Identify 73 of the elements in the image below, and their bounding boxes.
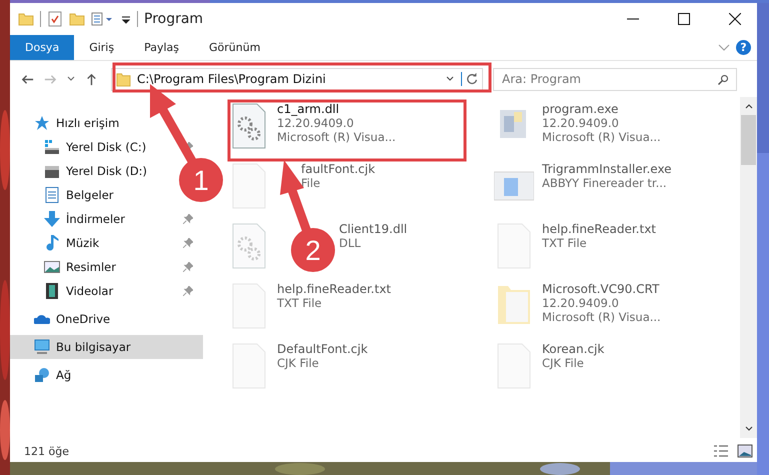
file-detail: File (301, 176, 320, 190)
maximize-icon[interactable] (678, 13, 690, 25)
details-view-icon[interactable] (713, 444, 729, 458)
minimize-icon[interactable] (626, 18, 638, 20)
item-count: 121 öğe (23, 445, 70, 460)
drive-icon (44, 163, 60, 179)
file-detail: 12.20.9409.0 (542, 116, 619, 130)
music-note-icon (44, 235, 60, 251)
ribbon-tab[interactable]: Dosya (10, 35, 74, 60)
file-name: c1_arm.dll (277, 102, 340, 116)
star-icon (34, 115, 50, 131)
file-detail: Microsoft (R) Visua... (277, 130, 396, 144)
file-detail: TXT File (277, 296, 322, 310)
document-icon (44, 187, 60, 203)
ribbon-tab[interactable]: Paylaş (129, 35, 194, 60)
nav-item[interactable]: Belgeler (10, 183, 124, 207)
file-detail: 12.20.9409.0 (542, 296, 619, 310)
nav-item[interactable]: İndirmeler (10, 207, 203, 231)
address-bar[interactable]: C:\Program Files\Program Dizini (111, 68, 483, 90)
file-detail: Microsoft (R) Visua... (542, 310, 661, 324)
window-title: Program (144, 11, 204, 27)
ribbon-tab[interactable]: Giriş (74, 35, 130, 60)
folder-icon[interactable] (69, 11, 85, 27)
nav-item[interactable]: Bu bilgisayar (10, 335, 203, 359)
file-name: Microsoft.VC90.CRT (542, 282, 660, 296)
close-icon[interactable] (728, 13, 740, 25)
step-badge: 1 (179, 158, 223, 202)
pin-icon[interactable] (183, 238, 193, 248)
search-field[interactable]: Ara: Program (493, 68, 737, 90)
file-detail: ABBYY Finereader tr... (542, 176, 667, 190)
file-name: help.fineReader.txt (277, 282, 391, 296)
file-name: faultFont.cjk (301, 162, 376, 176)
checklist-icon[interactable] (47, 11, 63, 27)
file-detail: CJK File (277, 356, 319, 370)
nav-item[interactable]: Hızlı erişim (10, 111, 130, 135)
file-name: Korean.cjk (542, 342, 604, 356)
pin-icon[interactable] (183, 262, 193, 272)
pin-icon[interactable] (183, 286, 193, 296)
file-detail: Microsoft (R) Visua... (542, 130, 661, 144)
file-detail: CJK File (542, 356, 584, 370)
folder-icon[interactable] (18, 11, 34, 27)
step-badge: 2 (291, 228, 335, 272)
file-name: help.fineReader.txt (542, 222, 656, 236)
help-button[interactable]: ? (736, 40, 751, 55)
pin-icon[interactable] (183, 214, 193, 224)
file-name: program.exe (542, 102, 618, 116)
drive-icon (44, 139, 60, 155)
scrollbar[interactable] (740, 97, 757, 438)
film-icon (44, 283, 60, 299)
ribbon-tab[interactable]: Görünüm (194, 35, 276, 60)
nav-item[interactable]: Müzik (10, 231, 203, 255)
image-icon (44, 259, 60, 275)
refresh-icon[interactable] (461, 72, 479, 86)
nav-item[interactable]: Yerel Disk (C:) (10, 135, 203, 159)
nav-item[interactable]: Resimler (10, 255, 203, 279)
nav-item[interactable]: Yerel Disk (D:) (10, 159, 158, 183)
thumbnail-view-icon[interactable] (737, 444, 753, 458)
search-icon[interactable] (717, 74, 729, 86)
network-icon (34, 367, 50, 383)
download-icon (44, 211, 60, 227)
file-detail: DLL (339, 236, 361, 250)
monitor-icon (34, 339, 50, 355)
nav-item[interactable]: Ağ (10, 363, 82, 387)
file-name: Client19.dll (339, 222, 408, 236)
properties-icon[interactable] (91, 11, 115, 27)
file-name: DefaultFont.cjk (277, 342, 368, 356)
file-detail: TXT File (542, 236, 587, 250)
nav-item[interactable]: Videolar (10, 279, 203, 303)
file-detail: 12.20.9409.0 (277, 116, 354, 130)
scrollbar-thumb[interactable] (741, 115, 756, 165)
nav-item[interactable]: OneDrive (10, 307, 120, 331)
folder-icon (116, 72, 131, 86)
file-name: TrigrammInstaller.exe (542, 162, 672, 176)
